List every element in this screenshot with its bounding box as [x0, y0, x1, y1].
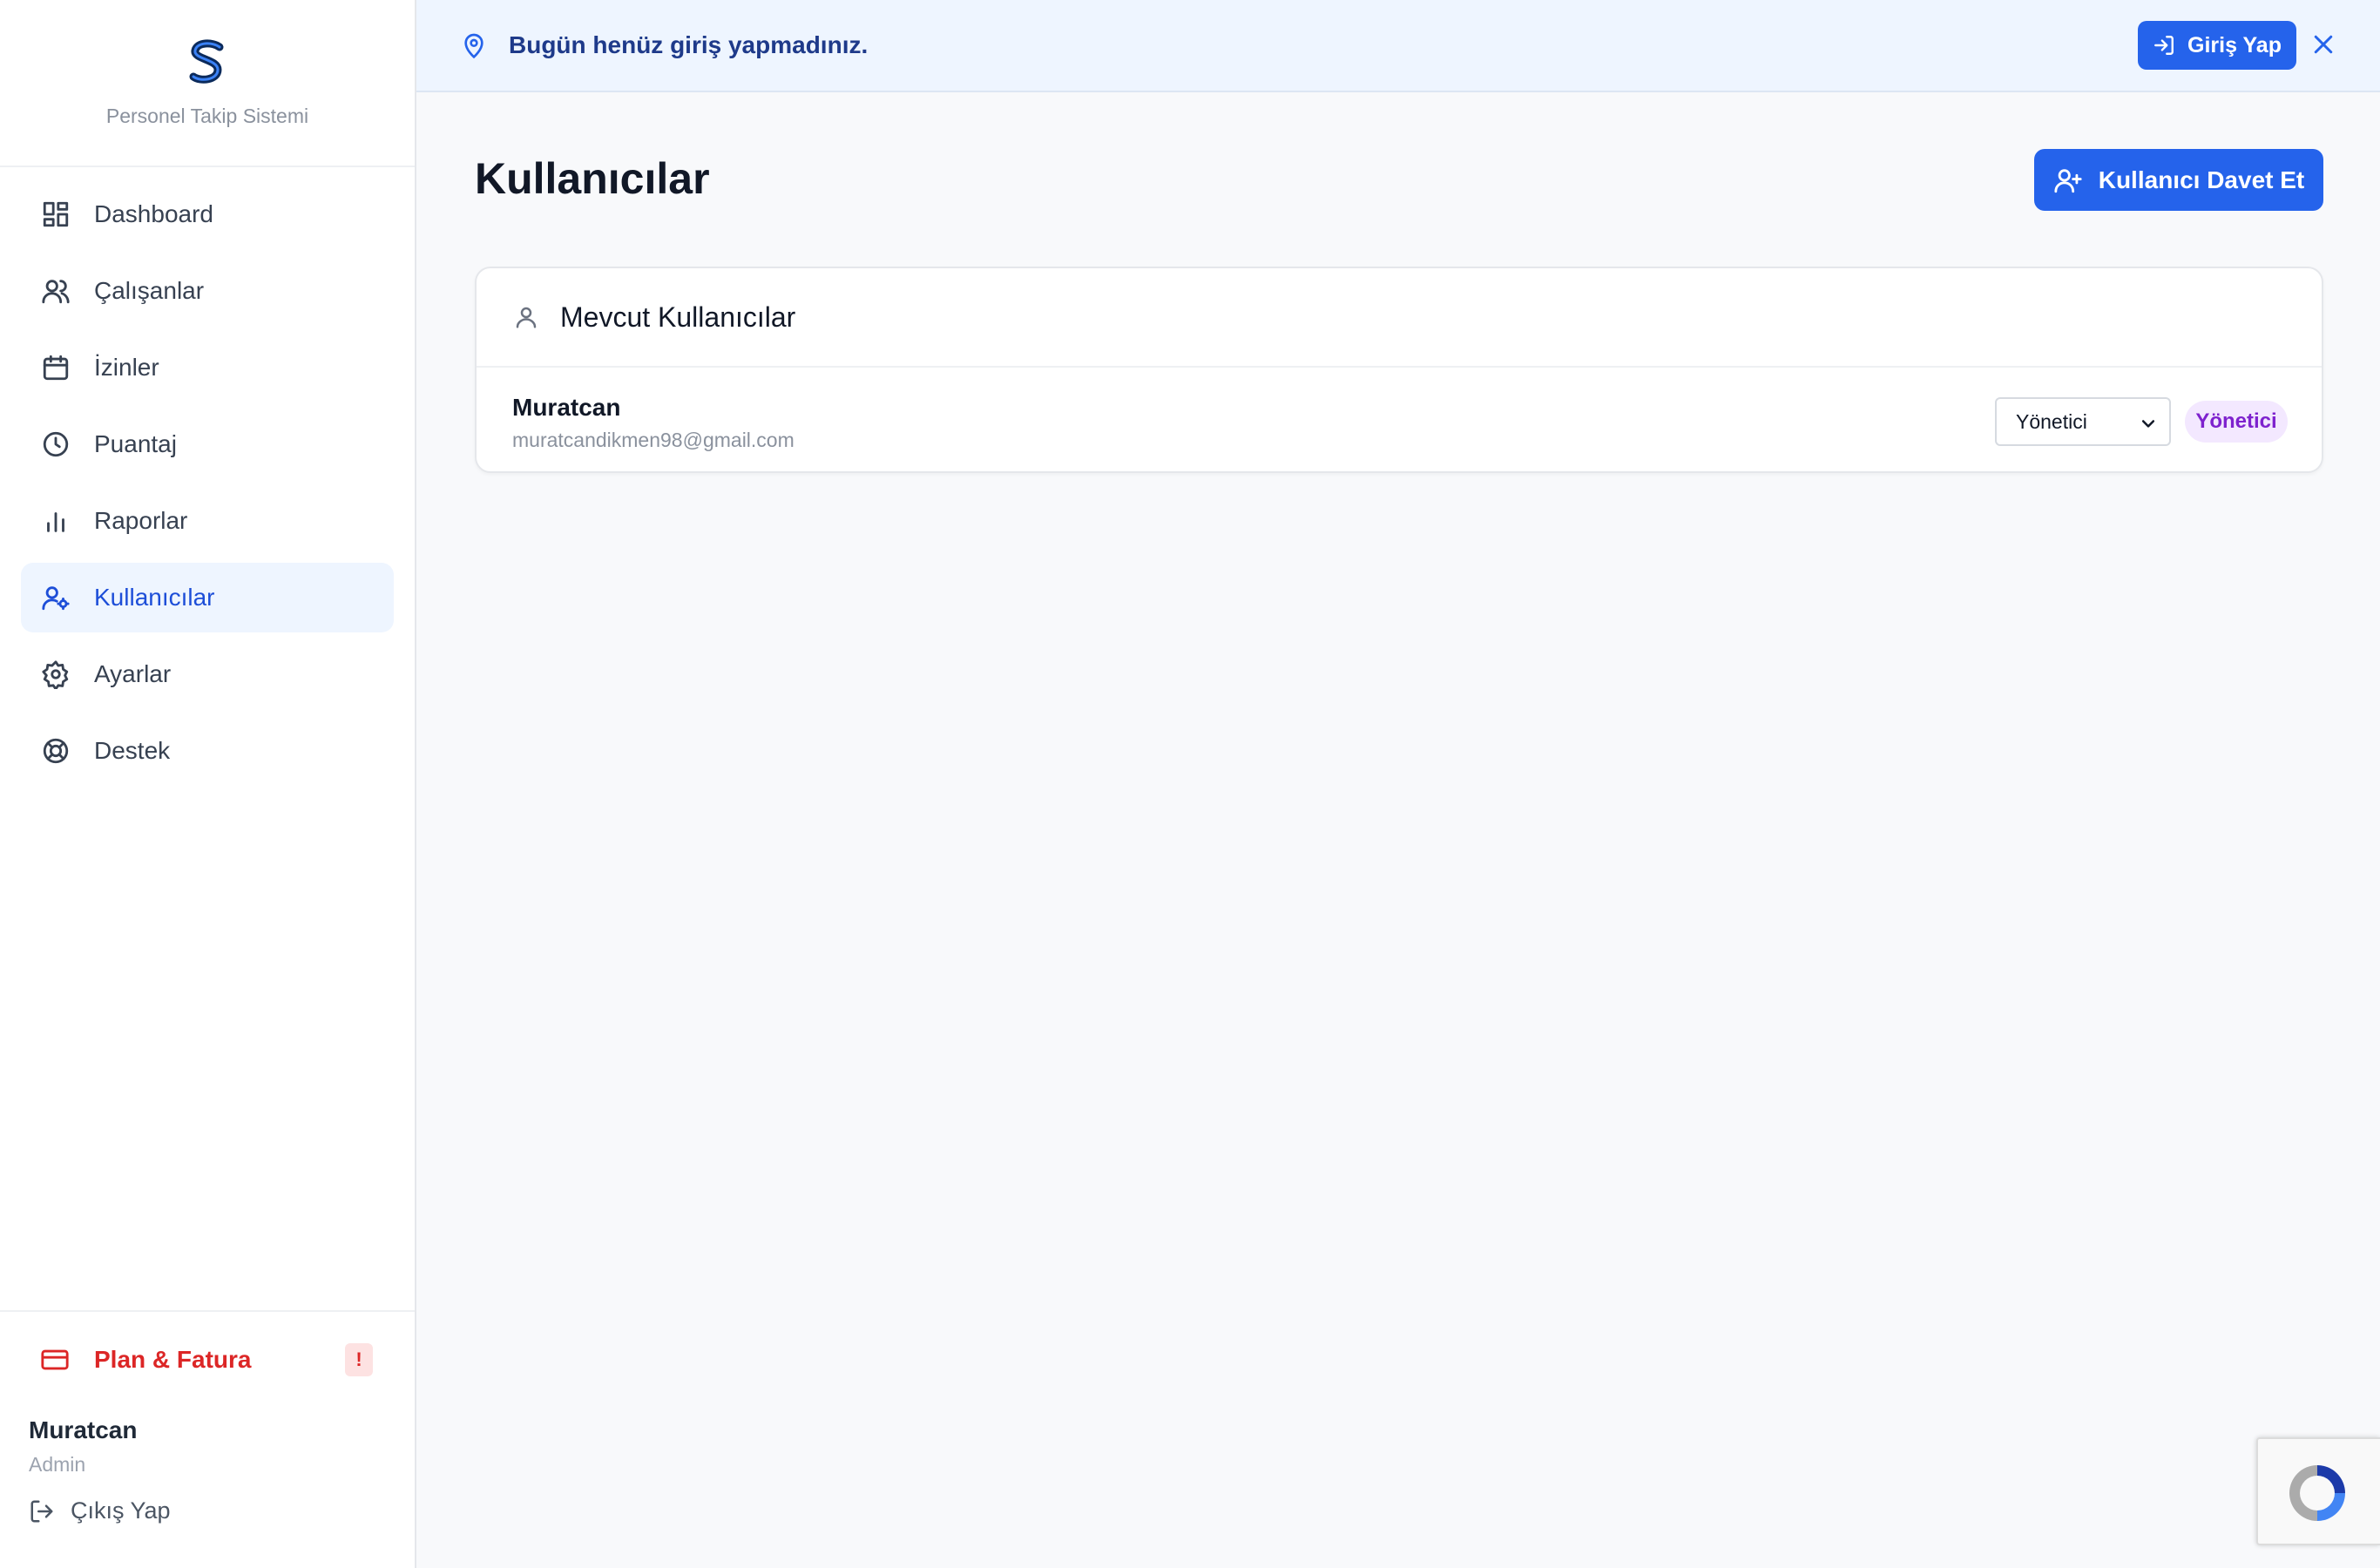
user-icon	[516, 307, 537, 328]
sidebar-item-settings[interactable]: Ayarlar	[21, 639, 394, 709]
bar-chart-icon	[40, 505, 71, 537]
sidebar-item-employees[interactable]: Çalışanlar	[21, 256, 394, 326]
chevron-down-icon	[2141, 420, 2155, 428]
brand: Personel Takip Sistemi	[0, 0, 415, 167]
credit-card-icon	[40, 1344, 71, 1375]
page-title: Kullanıcılar	[475, 154, 710, 203]
dashboard-icon	[40, 199, 71, 230]
sidebar-item-label: Puantaj	[94, 430, 177, 457]
card-header: Mevcut Kullanıcılar	[477, 268, 2322, 368]
user-cog-icon	[40, 582, 71, 613]
logout-label: Çıkış Yap	[71, 1497, 171, 1524]
checkin-button[interactable]: Giriş Yap	[2138, 21, 2296, 70]
plan-billing-label: Plan & Fatura	[94, 1346, 252, 1373]
role-select-value: Yönetici	[2016, 409, 2087, 433]
sidebar: Personel Takip Sistemi Dashboard Çalışan…	[0, 0, 416, 1568]
calendar-icon	[40, 352, 71, 383]
close-icon[interactable]	[2310, 31, 2336, 57]
login-icon	[2154, 36, 2174, 55]
checkin-label: Giriş Yap	[2187, 32, 2282, 57]
invite-user-button[interactable]: Kullanıcı Davet Et	[2034, 149, 2323, 211]
checkin-banner: Bugün henüz giriş yapmadınız. Giriş Yap	[416, 0, 2380, 92]
sidebar-item-support[interactable]: Destek	[21, 716, 394, 786]
sidebar-item-label: Kullanıcılar	[94, 584, 215, 611]
sidebar-item-label: Dashboard	[94, 200, 213, 227]
sidebar-item-label: Raporlar	[94, 507, 188, 534]
clock-icon	[40, 429, 71, 460]
sidebar-item-reports[interactable]: Raporlar	[21, 486, 394, 556]
logout-button[interactable]: Çıkış Yap	[29, 1497, 415, 1524]
users-icon	[40, 275, 71, 307]
current-user-role: Admin	[29, 1453, 86, 1476]
brand-subtitle: Personel Takip Sistemi	[105, 105, 309, 127]
sidebar-item-label: Ayarlar	[94, 660, 172, 687]
invite-user-label: Kullanıcı Davet Et	[2098, 166, 2305, 193]
logout-icon	[30, 1500, 53, 1522]
role-select[interactable]: Yönetici	[1995, 397, 2171, 446]
sidebar-item-leaves[interactable]: İzinler	[21, 333, 394, 402]
sidebar-nav: Dashboard Çalışanlar İzinler Puantaj Rap…	[0, 167, 415, 786]
logo-icon[interactable]	[181, 37, 233, 89]
recaptcha-icon	[2289, 1465, 2345, 1521]
sidebar-item-timesheet[interactable]: Puantaj	[21, 409, 394, 479]
banner-message: Bugün henüz giriş yapmadınız.	[509, 31, 869, 58]
recaptcha-badge[interactable]	[2256, 1437, 2380, 1545]
lifebuoy-icon	[40, 735, 71, 767]
users-card: Mevcut Kullanıcılar Muratcan muratcandik…	[475, 267, 2323, 473]
map-pin-icon	[460, 31, 488, 59]
sidebar-item-label: Çalışanlar	[94, 277, 205, 304]
user-email: muratcandikmen98@gmail.com	[512, 429, 794, 451]
current-user-name: Muratcan	[29, 1416, 138, 1443]
sidebar-footer: Plan & Fatura ! Muratcan Admin Çıkış Yap	[0, 1310, 415, 1524]
user-name: Muratcan	[512, 394, 621, 421]
user-plus-icon	[2054, 168, 2082, 193]
role-badge: Yönetici	[2185, 401, 2288, 443]
plan-warning-badge: !	[345, 1343, 373, 1376]
table-row: Muratcan muratcandikmen98@gmail.com Yöne…	[477, 368, 2322, 473]
sidebar-item-dashboard[interactable]: Dashboard	[21, 179, 394, 249]
card-title: Mevcut Kullanıcılar	[560, 301, 796, 333]
sidebar-item-label: İzinler	[94, 354, 159, 381]
gear-icon	[40, 659, 71, 690]
sidebar-item-users[interactable]: Kullanıcılar	[21, 563, 394, 632]
plan-billing-link[interactable]: Plan & Fatura !	[21, 1331, 394, 1389]
sidebar-item-label: Destek	[94, 737, 171, 764]
